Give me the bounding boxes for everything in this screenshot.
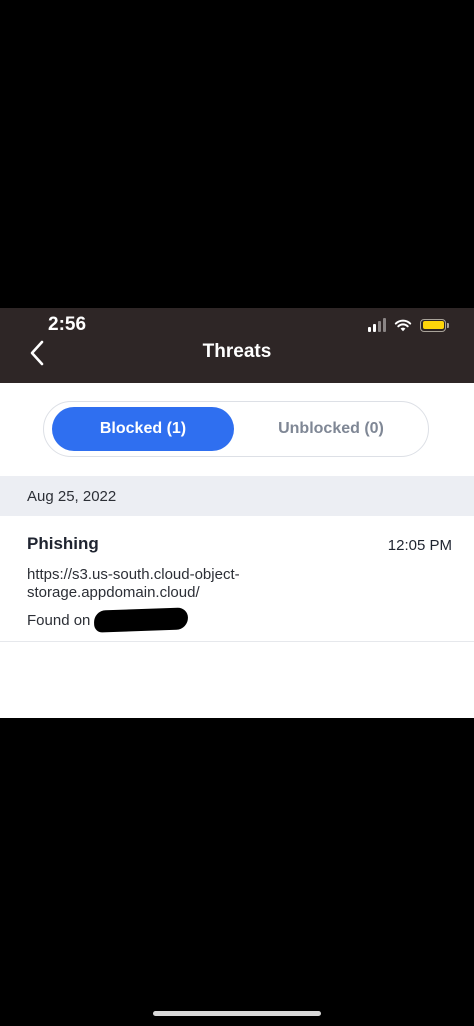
redacted-device-name	[94, 607, 189, 633]
top-blank-area	[0, 0, 474, 308]
tab-unblocked[interactable]: Unblocked (0)	[240, 407, 422, 451]
threats-content: Blocked (1) Unblocked (0) Aug 25, 2022 P…	[0, 383, 474, 718]
wifi-icon	[394, 319, 412, 332]
blocked-filter-tabs: Blocked (1) Unblocked (0)	[43, 401, 429, 457]
threat-url: https://s3.us-south.cloud-object-storage…	[27, 566, 240, 601]
date-section-header: Aug 25, 2022	[0, 476, 474, 516]
threat-list-item[interactable]: Phishing 12:05 PM https://s3.us-south.cl…	[0, 516, 474, 642]
home-indicator[interactable]	[153, 1011, 321, 1016]
tab-blocked[interactable]: Blocked (1)	[52, 407, 234, 451]
page-title: Threats	[202, 341, 272, 362]
threat-type: Phishing	[27, 534, 99, 553]
cellular-signal-icon	[368, 318, 386, 332]
bottom-blank-area	[0, 718, 474, 1026]
status-time: 2:56	[48, 314, 87, 335]
found-on-line: Found on	[27, 607, 189, 633]
section-date: Aug 25, 2022	[27, 487, 117, 505]
app-header: 2:56 Threats	[0, 308, 474, 383]
found-on-label: Found on	[27, 611, 91, 629]
threat-time: 12:05 PM	[387, 537, 452, 554]
status-icons	[368, 317, 449, 333]
battery-icon	[420, 318, 449, 332]
